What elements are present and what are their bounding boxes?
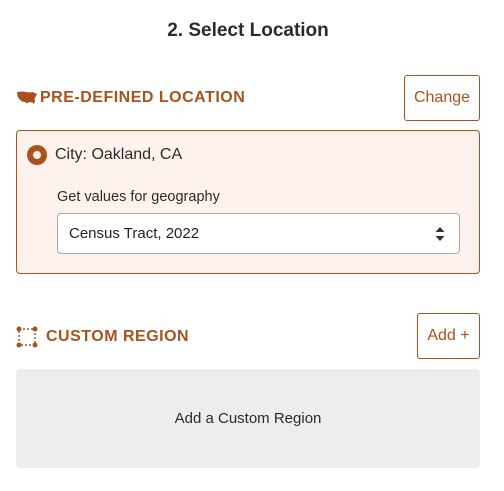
- change-button[interactable]: Change: [404, 75, 480, 121]
- custom-region-heading: CUSTOM REGION: [46, 328, 190, 345]
- predefined-location-panel: City: Oakland, CA Get values for geograp…: [16, 130, 480, 274]
- usa-map-icon: [16, 90, 38, 106]
- geography-select[interactable]: Census Tract, 2022: [57, 213, 460, 254]
- predefined-location-heading: PRE-DEFINED LOCATION: [40, 89, 246, 106]
- geography-select-value: Census Tract, 2022: [69, 225, 200, 242]
- city-option[interactable]: City: Oakland, CA: [27, 145, 182, 165]
- geography-label: Get values for geography: [57, 189, 220, 205]
- page-title: 2. Select Location: [167, 20, 329, 41]
- select-arrows-icon: [435, 226, 445, 242]
- polygon-region-icon: [16, 326, 38, 348]
- predefined-location-header: PRE-DEFINED LOCATION: [16, 89, 245, 107]
- city-label: City: Oakland, CA: [55, 146, 183, 163]
- custom-region-header: CUSTOM REGION: [16, 326, 189, 348]
- add-custom-region-area[interactable]: Add a Custom Region: [16, 369, 480, 468]
- radio-selected-icon[interactable]: [27, 145, 47, 165]
- add-custom-region-button[interactable]: Add +: [417, 313, 480, 359]
- add-custom-region-text: Add a Custom Region: [174, 410, 322, 427]
